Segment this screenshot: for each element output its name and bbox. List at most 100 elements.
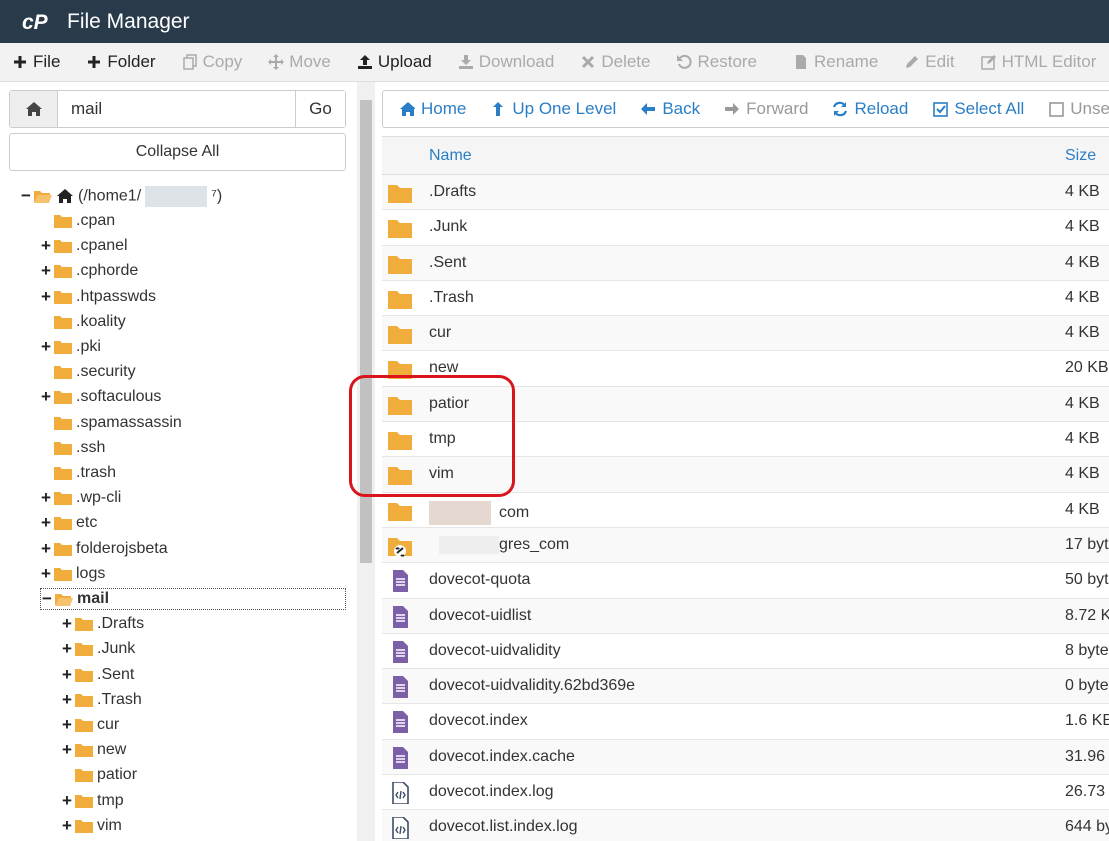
tree-item-new[interactable]: + new: [61, 739, 126, 761]
table-row[interactable]: dovecot-uidvalidity 8 bytes: [382, 634, 1109, 670]
tree-root[interactable]: − (/home1/⁷): [20, 185, 222, 207]
table-row[interactable]: dovecot-quota 50 bytes: [382, 563, 1109, 599]
html-editor-button[interactable]: HTML Editor: [980, 52, 1096, 72]
file-name-cell[interactable]: new: [429, 359, 458, 377]
select-all-button[interactable]: Select All: [932, 99, 1024, 119]
tree-item-dot-cphorde[interactable]: + .cphorde: [40, 260, 138, 282]
file-name-cell[interactable]: .Sent: [429, 254, 466, 272]
file-name-cell[interactable]: dovecot-uidvalidity.62bd369e: [429, 677, 635, 695]
tree-item-dot-trash[interactable]: .trash: [40, 462, 116, 484]
copy-button[interactable]: Copy: [182, 52, 242, 72]
tree-item-dot-pki[interactable]: + .pki: [40, 336, 101, 358]
upload-button[interactable]: Upload: [357, 52, 432, 72]
expand-toggle[interactable]: +: [40, 261, 52, 281]
move-button[interactable]: Move: [268, 52, 331, 72]
tree-item-dot-koality[interactable]: .koality: [40, 311, 126, 333]
tree-item-dot-security[interactable]: .security: [40, 361, 136, 383]
tree-scrollbar-thumb[interactable]: [360, 100, 372, 563]
tree-item-vim[interactable]: + vim: [61, 815, 122, 837]
tree-item-dot-softaculous[interactable]: + .softaculous: [40, 386, 161, 408]
file-name-cell[interactable]: dovecot.index.log: [429, 783, 554, 801]
file-name-cell[interactable]: dovecot-quota: [429, 571, 530, 589]
file-name-cell[interactable]: dovecot-uidlist: [429, 607, 531, 625]
new-file-button[interactable]: File: [12, 52, 60, 72]
name-column-header[interactable]: Name: [429, 147, 472, 165]
expand-toggle[interactable]: +: [40, 236, 52, 256]
collapse-all-button[interactable]: Collapse All: [9, 133, 346, 171]
tree-item-dot-wp-cli[interactable]: + .wp-cli: [40, 487, 121, 509]
table-row[interactable]: dovecot.index.cache 31.96 KB: [382, 739, 1109, 776]
table-row[interactable]: dovecot-uidvalidity.62bd369e 0 bytes: [382, 669, 1109, 705]
forward-button[interactable]: Forward: [724, 99, 808, 119]
collapse-toggle[interactable]: −: [20, 186, 32, 206]
file-name-cell[interactable]: dovecot-uidvalidity: [429, 642, 561, 660]
expand-toggle[interactable]: +: [61, 639, 73, 659]
table-row[interactable]: dovecot.list.index.log 644 bytes: [382, 810, 1109, 841]
tree-item-logs[interactable]: + logs: [40, 563, 105, 585]
expand-toggle[interactable]: +: [40, 488, 52, 508]
size-column-header[interactable]: Size: [1065, 147, 1096, 165]
file-name-cell[interactable]: gres_com: [429, 535, 569, 554]
tree-item-mail[interactable]: − mail: [40, 588, 346, 610]
table-row[interactable]: .Trash 4 KB: [382, 281, 1109, 317]
tree-item-dot-cpanel[interactable]: + .cpanel: [40, 235, 128, 257]
expand-toggle[interactable]: +: [61, 690, 73, 710]
delete-button[interactable]: Delete: [580, 52, 650, 72]
table-row[interactable]: gres_com 17 bytes: [382, 527, 1109, 564]
restore-button[interactable]: Restore: [676, 52, 757, 72]
expand-toggle[interactable]: +: [61, 665, 73, 685]
file-name-cell[interactable]: patior: [429, 395, 469, 413]
table-row[interactable]: new 20 KB: [382, 351, 1109, 387]
expand-toggle[interactable]: +: [40, 513, 52, 533]
tree-item-etc[interactable]: + etc: [40, 512, 97, 534]
file-name-cell[interactable]: vim: [429, 465, 454, 483]
table-row[interactable]: cur 4 KB: [382, 316, 1109, 352]
expand-toggle[interactable]: +: [61, 614, 73, 634]
table-row[interactable]: patior 4 KB: [382, 386, 1109, 423]
tree-item-patior[interactable]: patior: [61, 764, 137, 786]
table-row[interactable]: .Sent 4 KB: [382, 245, 1109, 281]
tree-item-dot-cpan[interactable]: .cpan: [40, 210, 115, 232]
table-row[interactable]: vim 4 KB: [382, 457, 1109, 493]
table-row[interactable]: dovecot-uidlist 8.72 KB: [382, 598, 1109, 634]
edit-button[interactable]: Edit: [904, 52, 955, 72]
expand-toggle[interactable]: +: [61, 791, 73, 811]
tree-item-dot-junk[interactable]: + .Junk: [61, 638, 135, 660]
table-row[interactable]: dovecot.index 1.6 KB: [382, 704, 1109, 740]
file-name-cell[interactable]: com: [429, 500, 529, 525]
home-button[interactable]: Home: [399, 99, 466, 119]
tree-item-dot-ssh[interactable]: .ssh: [40, 437, 105, 459]
tree-item-folderojsbeta[interactable]: + folderojsbeta: [40, 538, 168, 560]
go-button[interactable]: Go: [295, 91, 345, 127]
tree-item-cur[interactable]: + cur: [61, 714, 119, 736]
expand-toggle[interactable]: +: [61, 740, 73, 760]
expand-toggle[interactable]: +: [40, 387, 52, 407]
file-name-cell[interactable]: dovecot.index.cache: [429, 748, 575, 766]
tree-item-dot-sent[interactable]: + .Sent: [61, 664, 134, 686]
file-name-cell[interactable]: .Trash: [429, 289, 474, 307]
tree-item-tmp[interactable]: + tmp: [61, 790, 124, 812]
table-row[interactable]: tmp 4 KB: [382, 422, 1109, 458]
up-one-level-button[interactable]: Up One Level: [490, 99, 616, 119]
tree-item-dot-trash[interactable]: + .Trash: [61, 689, 142, 711]
unselect-all-button[interactable]: Unselect All: [1048, 99, 1109, 119]
file-name-cell[interactable]: .Junk: [429, 218, 467, 236]
table-row[interactable]: .Junk 4 KB: [382, 210, 1109, 246]
tree-item-dot-htpasswds[interactable]: + .htpasswds: [40, 286, 156, 308]
file-name-cell[interactable]: dovecot.list.index.log: [429, 818, 578, 836]
file-name-cell[interactable]: tmp: [429, 430, 456, 448]
tree-item-dot-spamassassin[interactable]: .spamassassin: [40, 412, 182, 434]
expand-toggle[interactable]: +: [40, 287, 52, 307]
reload-button[interactable]: Reload: [832, 99, 908, 119]
file-name-cell[interactable]: cur: [429, 324, 451, 342]
rename-button[interactable]: Rename: [793, 52, 878, 72]
path-input[interactable]: [58, 91, 295, 127]
expand-toggle[interactable]: +: [40, 564, 52, 584]
table-row[interactable]: dovecot.index.log 26.73 KB: [382, 775, 1109, 811]
expand-toggle[interactable]: −: [41, 589, 53, 609]
expand-toggle[interactable]: +: [61, 715, 73, 735]
new-folder-button[interactable]: Folder: [86, 52, 156, 72]
expand-toggle[interactable]: +: [40, 539, 52, 559]
table-row[interactable]: com 4 KB: [382, 493, 1109, 528]
expand-toggle[interactable]: +: [40, 337, 52, 357]
